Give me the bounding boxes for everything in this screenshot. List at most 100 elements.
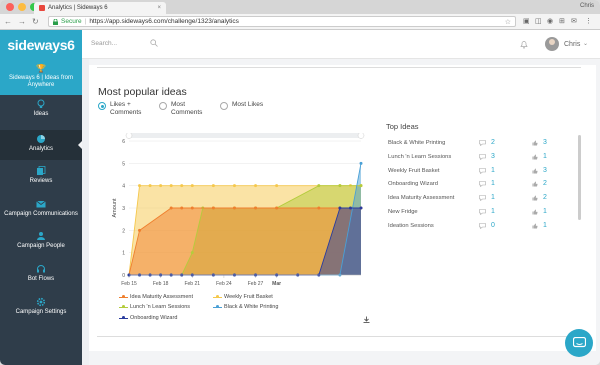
sidebar-item-bot-flows[interactable]: Bot Flows xyxy=(0,264,82,294)
minimize-window-icon[interactable] xyxy=(18,3,26,11)
search-icon[interactable] xyxy=(150,39,158,47)
forward-icon[interactable]: → xyxy=(18,17,26,26)
back-icon[interactable]: ← xyxy=(4,17,12,26)
legend-item[interactable]: Idea Maturity Assessment xyxy=(119,294,193,300)
data-point xyxy=(148,184,152,188)
legend-label: Weekly Fruit Basket xyxy=(224,294,273,300)
bookmark-star-icon[interactable]: ☆ xyxy=(505,18,511,26)
reload-icon[interactable]: ↻ xyxy=(32,17,39,26)
extension-icon[interactable]: ⊞ xyxy=(559,17,565,25)
secure-label: Secure xyxy=(61,18,82,25)
browser-menu-icon[interactable]: ⋮ xyxy=(585,17,592,25)
popular-ideas-card: Most popular ideas Likes + Comments Most… xyxy=(89,65,596,351)
extension-icon[interactable]: ◫ xyxy=(535,17,542,25)
idea-name[interactable]: Idea Maturity Assessment xyxy=(388,195,454,201)
thumbs-up-icon xyxy=(532,195,538,201)
top-ideas-scrollbar[interactable] xyxy=(578,135,581,220)
top-idea-row[interactable]: New Fridge 1 1 xyxy=(386,208,586,222)
data-point xyxy=(211,184,215,188)
sidebar-item-label: Campaign Settings xyxy=(15,309,67,315)
top-idea-row[interactable]: Lunch 'n Learn Sessions 3 1 xyxy=(386,153,586,167)
extension-icon[interactable]: ✉ xyxy=(571,17,577,25)
data-point xyxy=(232,206,236,210)
idea-name[interactable]: New Fridge xyxy=(388,209,418,215)
data-point xyxy=(359,206,363,210)
x-tick-label: Mar xyxy=(272,281,281,287)
radio-likes-comments[interactable] xyxy=(98,102,106,110)
browser-tab[interactable]: Analytics | Sideways 6 × xyxy=(34,2,166,14)
like-count: 2 xyxy=(543,194,547,202)
chart-navigator xyxy=(129,133,361,138)
sidebar-item-reviews[interactable]: Reviews xyxy=(0,166,82,196)
comment-icon xyxy=(479,153,486,160)
like-count: 3 xyxy=(543,166,547,174)
omnibox[interactable]: Secure | https://app.sideways6.com/chall… xyxy=(48,16,516,27)
idea-name[interactable]: Lunch 'n Learn Sessions xyxy=(388,154,451,160)
data-point xyxy=(359,184,363,188)
sidebar-item-campaign-people[interactable]: Campaign People xyxy=(0,231,82,261)
app-logo[interactable]: sideways6 xyxy=(0,30,82,59)
option-most-likes[interactable]: Most Likes xyxy=(220,101,263,110)
thumbs-up-icon xyxy=(532,209,538,215)
data-point xyxy=(275,206,279,210)
top-idea-row[interactable]: Ideation Sessions 0 1 xyxy=(386,222,586,236)
top-idea-row[interactable]: Idea Maturity Assessment 1 2 xyxy=(386,194,586,208)
search-input[interactable]: Search... xyxy=(91,40,117,47)
idea-name[interactable]: Black & White Printing xyxy=(388,140,445,146)
comment-count: 1 xyxy=(491,194,495,202)
idea-name[interactable]: Weekly Fruit Basket xyxy=(388,168,439,174)
download-icon[interactable] xyxy=(363,316,370,323)
data-point xyxy=(190,251,194,255)
notifications-bell-icon[interactable] xyxy=(520,40,528,49)
sidebar-item-ideas[interactable]: Ideas xyxy=(0,99,82,129)
avatar[interactable] xyxy=(545,37,559,51)
radio-most-likes[interactable] xyxy=(220,102,228,110)
idea-name[interactable]: Ideation Sessions xyxy=(388,223,434,229)
thumbs-up-icon xyxy=(532,223,538,229)
sidebar-item-campaign-communications[interactable]: Campaign Communications xyxy=(0,199,82,229)
app-header: sideways6 Search... Chris ⌄ xyxy=(0,30,600,59)
radio-most-comments[interactable] xyxy=(159,102,167,110)
legend-item[interactable]: Weekly Fruit Basket xyxy=(213,294,273,300)
header-username[interactable]: Chris xyxy=(564,41,580,48)
extension-icon[interactable]: ▣ xyxy=(523,17,530,25)
browser-profile-name[interactable]: Chris xyxy=(580,3,594,9)
sidebar-item-analytics[interactable]: Analytics xyxy=(0,130,82,160)
omnibox-separator: | xyxy=(84,18,87,25)
y-tick-label: 2 xyxy=(122,228,125,234)
comment-count: 2 xyxy=(491,139,495,146)
thumbs-up-icon xyxy=(532,140,538,146)
data-point xyxy=(190,206,194,210)
chat-button[interactable] xyxy=(565,329,593,357)
top-idea-row[interactable]: Weekly Fruit Basket 1 3 xyxy=(386,167,586,181)
browser-window: Analytics | Sideways 6 × Chris ← → ↻ Sec… xyxy=(0,0,600,365)
sidebar-item-campaign-settings[interactable]: Campaign Settings xyxy=(0,297,82,327)
top-ideas-list: Black & White Printing 2 3 Lunch 'n Learn S… xyxy=(386,139,586,236)
url-text[interactable]: https://app.sideways6.com/challenge/1323… xyxy=(89,18,239,25)
option-most-comments[interactable]: Most Comments xyxy=(159,101,211,117)
chevron-down-icon[interactable]: ⌄ xyxy=(583,40,588,47)
close-window-icon[interactable] xyxy=(6,3,14,11)
data-point xyxy=(138,228,142,232)
x-tick-label: Feb 24 xyxy=(216,281,232,287)
idea-name[interactable]: Onboarding Wizard xyxy=(388,181,438,187)
data-point xyxy=(317,206,321,210)
sidebar-campaign-header[interactable]: 🏆 Sideways 6 | Ideas from Anywhere xyxy=(0,59,82,95)
comment-icon xyxy=(479,181,486,188)
like-count: 2 xyxy=(543,180,547,188)
tab-close-icon[interactable]: × xyxy=(157,5,161,11)
top-idea-row[interactable]: Onboarding Wizard 1 2 xyxy=(386,180,586,194)
sidebar-item-label: Ideas xyxy=(33,111,49,117)
pie-chart-icon xyxy=(36,134,46,144)
legend-label: Black & White Printing xyxy=(224,304,279,310)
divider xyxy=(97,336,577,337)
option-likes-comments[interactable]: Likes + Comments xyxy=(98,101,154,117)
data-point xyxy=(359,161,363,165)
extension-icon[interactable]: ◉ xyxy=(547,17,553,25)
legend-item[interactable]: Lunch 'n Learn Sessions xyxy=(119,304,190,310)
main-content: Most popular ideas Likes + Comments Most… xyxy=(89,59,600,365)
top-idea-row[interactable]: Black & White Printing 2 3 xyxy=(386,139,586,153)
trophy-icon: 🏆 xyxy=(36,64,46,73)
legend-item[interactable]: Onboarding Wizard xyxy=(119,315,177,321)
legend-item[interactable]: Black & White Printing xyxy=(213,304,278,310)
